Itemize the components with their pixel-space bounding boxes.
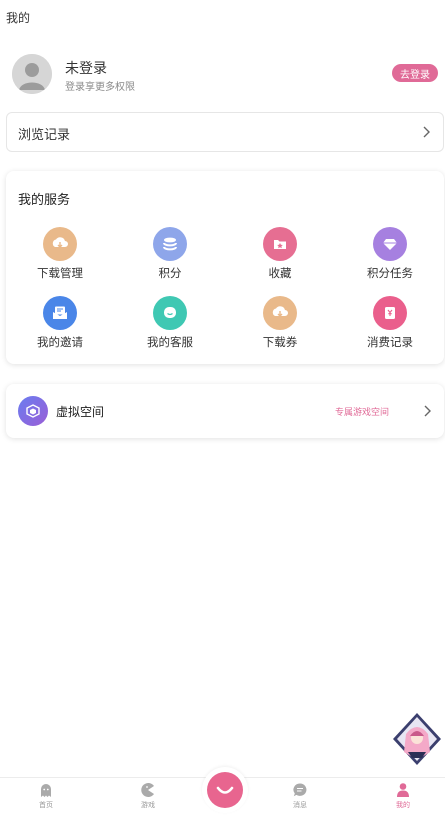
service-label: 收藏 xyxy=(268,266,292,280)
coins-icon xyxy=(153,227,187,261)
pacman-icon xyxy=(141,783,154,797)
avatar[interactable] xyxy=(12,54,52,94)
profile-name: 未登录 xyxy=(65,61,107,77)
service-label: 下载管理 xyxy=(37,266,83,280)
service-customer-support[interactable]: 我的客服 xyxy=(130,296,210,356)
login-button[interactable]: 去登录 xyxy=(392,64,438,82)
center-action-button[interactable] xyxy=(202,767,248,813)
tab-messages[interactable]: 消息 xyxy=(270,782,330,810)
service-label: 消费记录 xyxy=(367,335,413,349)
mail-icon xyxy=(43,296,77,330)
service-favorites[interactable]: 收藏 xyxy=(240,227,320,287)
service-point-tasks[interactable]: 积分任务 xyxy=(350,227,430,287)
service-label: 积分任务 xyxy=(367,266,413,280)
virtual-space-label: 虚拟空间 xyxy=(56,405,105,419)
anime-character-icon xyxy=(393,713,441,765)
virtual-space-tag: 专属游戏空间 xyxy=(334,408,389,418)
service-label: 积分 xyxy=(158,266,182,280)
tab-home[interactable]: 首页 xyxy=(16,782,76,810)
chat-icon xyxy=(153,296,187,330)
diamond-icon xyxy=(373,227,407,261)
browse-history-label: 浏览记录 xyxy=(18,128,71,143)
service-download-manager[interactable]: 下载管理 xyxy=(20,227,100,287)
folder-star-icon xyxy=(263,227,297,261)
tab-label: 消息 xyxy=(293,801,307,809)
download-coupon-icon xyxy=(263,296,297,330)
chevron-right-icon xyxy=(423,126,430,138)
profile-subtitle: 登录享更多权限 xyxy=(65,82,135,93)
profile-section[interactable]: 未登录 登录享更多权限 去登录 xyxy=(12,54,438,96)
services-title: 我的服务 xyxy=(18,193,71,208)
receipt-icon xyxy=(373,296,407,330)
ghost-icon xyxy=(41,784,51,797)
tab-label: 我的 xyxy=(396,801,410,809)
page-title: 我的 xyxy=(6,11,31,25)
virtual-space-row[interactable]: 虚拟空间 专属游戏空间 xyxy=(6,384,444,438)
services-card: 我的服务 下载管理 积分 收藏 积分任务 我的邀请 我的客服 下载券 消费记录 xyxy=(6,171,444,364)
tab-label: 游戏 xyxy=(141,801,155,809)
service-label: 我的客服 xyxy=(147,335,193,349)
message-icon xyxy=(293,783,307,797)
default-avatar-icon xyxy=(12,54,52,94)
user-icon xyxy=(397,783,409,797)
download-icon xyxy=(43,227,77,261)
floating-character-badge[interactable] xyxy=(392,712,442,766)
service-label: 我的邀请 xyxy=(37,335,83,349)
cube-icon xyxy=(18,396,48,426)
service-points[interactable]: 积分 xyxy=(130,227,210,287)
smile-icon xyxy=(207,772,243,808)
tab-games[interactable]: 游戏 xyxy=(118,782,178,810)
tab-mine[interactable]: 我的 xyxy=(373,782,433,810)
tab-label: 首页 xyxy=(39,801,53,809)
browse-history-row[interactable]: 浏览记录 xyxy=(6,112,444,152)
service-my-invites[interactable]: 我的邀请 xyxy=(20,296,100,356)
service-spending-records[interactable]: 消费记录 xyxy=(350,296,430,356)
chevron-right-icon xyxy=(424,405,431,417)
service-label: 下载券 xyxy=(262,335,298,349)
service-download-coupon[interactable]: 下载券 xyxy=(240,296,320,356)
